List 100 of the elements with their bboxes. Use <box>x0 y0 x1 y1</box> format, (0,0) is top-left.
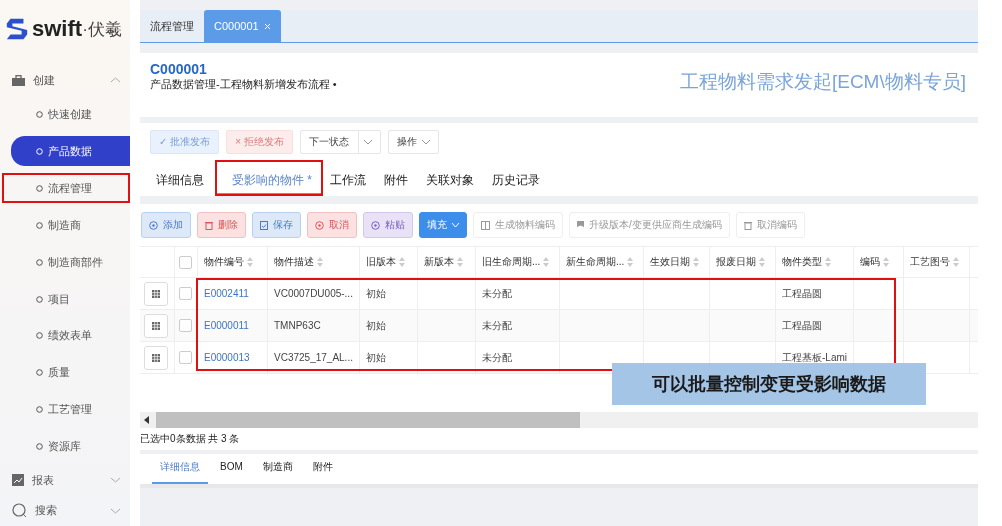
grid-icon <box>152 289 160 298</box>
sort-icon[interactable] <box>825 257 831 267</box>
sidebar-item[interactable]: 工艺管理 <box>11 394 130 425</box>
target-icon <box>149 220 158 230</box>
sort-icon[interactable] <box>627 257 634 267</box>
table-cell: 初始 <box>366 286 386 301</box>
search-icon <box>12 503 27 519</box>
scroll-left-icon[interactable] <box>144 416 150 424</box>
tab[interactable]: 详细信息 <box>150 161 214 195</box>
item-link[interactable]: E0002411 <box>204 288 249 299</box>
sort-icon[interactable] <box>759 257 765 267</box>
sidebar-group[interactable]: 搜索 <box>0 495 130 526</box>
process-title: 产品数据管理-工程物料新增发布流程 • <box>150 77 337 92</box>
sidebar-group[interactable]: 创建 <box>0 64 130 96</box>
column-header[interactable]: 旧版本 <box>366 255 396 269</box>
checkbox[interactable] <box>179 319 192 332</box>
callout-banner: 可以批量控制变更受影响数据 <box>612 363 926 405</box>
next-state-dropdown[interactable]: 下一状态 <box>299 130 381 154</box>
row-menu-button[interactable] <box>144 345 168 370</box>
caret-icon <box>363 139 372 145</box>
brand-suffix: ·伏羲 <box>82 18 122 41</box>
toolbar-button[interactable]: 添加 <box>141 212 191 238</box>
flag-icon <box>577 221 584 229</box>
sort-icon[interactable] <box>953 257 959 267</box>
tab[interactable]: 详细信息 <box>152 454 208 484</box>
column-header[interactable]: 报废日期 <box>716 255 756 269</box>
table-cell: 工程晶圆 <box>782 286 822 301</box>
grid-icon <box>152 353 160 362</box>
record-code: C000001 <box>150 61 208 77</box>
column-header[interactable]: 物件描述 <box>274 255 314 269</box>
sidebar-item[interactable]: 质量 <box>11 357 130 388</box>
table-cell: VC3725_17_AL... <box>274 352 353 363</box>
chart-icon <box>12 474 24 486</box>
close-icon[interactable] <box>263 22 271 30</box>
tab[interactable]: 关联对象 <box>420 161 484 195</box>
row-menu-button[interactable] <box>144 281 168 306</box>
circle-icon <box>36 221 43 229</box>
briefcase-icon <box>12 74 25 86</box>
circle-icon <box>36 443 43 451</box>
horizontal-scrollbar[interactable] <box>140 412 978 428</box>
sidebar-item[interactable]: 项目 <box>11 284 130 314</box>
sort-icon[interactable] <box>317 257 323 267</box>
sidebar-item[interactable]: 制造商 <box>11 210 130 241</box>
sidebar-item[interactable]: 快速创建 <box>11 99 130 130</box>
sidebar-item[interactable]: 产品数据 <box>11 136 130 167</box>
column-header[interactable]: 生效日期 <box>650 255 690 269</box>
column-header[interactable]: 新版本 <box>424 255 454 269</box>
operation-menu-button[interactable]: 操作 <box>387 130 439 154</box>
tab[interactable]: 工作流 <box>324 161 376 195</box>
column-header[interactable]: 物件类型 <box>782 255 822 269</box>
sort-icon[interactable] <box>883 257 889 267</box>
tab[interactable]: 附件 <box>378 161 418 195</box>
sidebar-group[interactable]: 报表 <box>0 464 130 496</box>
row-menu-button[interactable] <box>144 313 168 338</box>
sidebar-item[interactable]: 绩效表单 <box>11 320 130 351</box>
item-link[interactable]: E0000013 <box>204 352 250 363</box>
column-header[interactable]: 旧生命周期... <box>482 255 541 269</box>
column-header[interactable]: 编码 <box>860 255 880 269</box>
tab[interactable]: 受影响的物件 * <box>216 161 322 195</box>
sort-icon[interactable] <box>247 257 253 267</box>
table-cell: 初始 <box>366 318 386 333</box>
checkbox[interactable] <box>179 287 192 300</box>
sort-icon[interactable] <box>457 257 463 267</box>
circle-icon <box>36 369 43 377</box>
tab[interactable]: 历史记录 <box>486 161 550 195</box>
sidebar-item[interactable]: 制造商部件 <box>11 247 130 278</box>
circle-icon <box>36 258 43 266</box>
column-header[interactable]: 新生命周期... <box>566 255 625 269</box>
toolbar-button[interactable]: 粘贴 <box>363 212 413 238</box>
circle-icon <box>36 295 43 303</box>
table-cell: 工程基板-Lami <box>782 350 847 365</box>
column-header[interactable]: 工艺图号 <box>910 255 950 269</box>
tab[interactable]: 制造商 <box>254 454 301 484</box>
checkbox[interactable] <box>179 351 192 364</box>
caret-icon <box>452 222 459 228</box>
sort-icon[interactable] <box>399 257 405 267</box>
table-cell: VC0007DU005-... <box>274 288 353 299</box>
circle-icon <box>36 332 43 340</box>
target-icon <box>315 220 324 230</box>
toolbar-button[interactable]: 保存 <box>252 212 301 238</box>
circle-icon <box>36 110 43 118</box>
sort-icon[interactable] <box>543 257 550 267</box>
table-cell: 初始 <box>366 350 386 365</box>
tab[interactable]: BOM <box>212 454 251 484</box>
target-icon <box>371 220 380 230</box>
circle-icon <box>36 184 43 192</box>
checkbox[interactable] <box>179 255 192 269</box>
sort-icon[interactable] <box>693 257 699 267</box>
table-cell: TMNP63C <box>274 320 321 331</box>
circle-icon <box>36 147 43 155</box>
sidebar-item[interactable]: 资源库 <box>11 431 130 462</box>
table-cell: 未分配 <box>482 286 512 301</box>
column-header[interactable]: 物件编号 <box>204 255 244 269</box>
selection-status: 已选中0条数据 共 3 条 <box>140 432 241 446</box>
document-icon <box>260 220 268 230</box>
page-tab[interactable]: 流程管理 <box>140 10 204 42</box>
tab[interactable]: 附件 <box>304 454 341 484</box>
circle-icon <box>36 406 43 414</box>
item-link[interactable]: E0000011 <box>204 320 249 331</box>
sidebar-item[interactable]: 流程管理 <box>2 173 130 204</box>
